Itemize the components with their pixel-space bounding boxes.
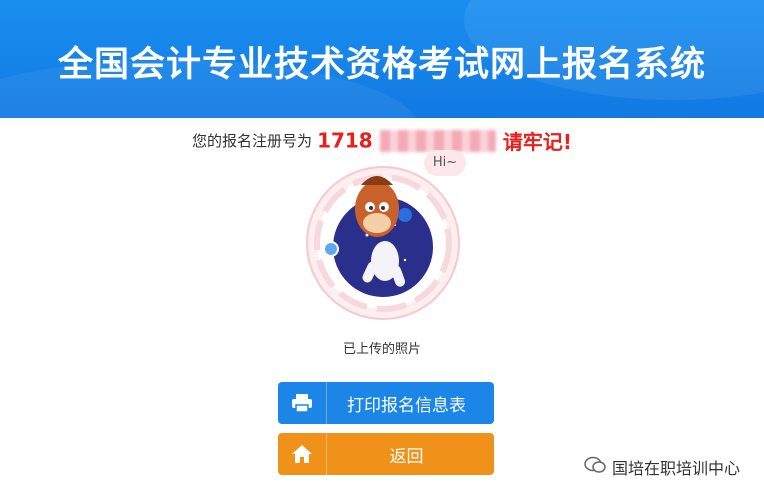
mascot-image xyxy=(306,166,460,320)
registration-number: 1718 xyxy=(317,128,373,153)
header-banner: 全国会计专业技术资格考试网上报名系统 xyxy=(0,0,764,118)
watermark: 国培在职培训中心 xyxy=(584,455,740,479)
registration-reminder: 请牢记! xyxy=(502,130,573,154)
registration-number-redacted xyxy=(379,129,496,152)
registration-notice: 您的报名注册号为 1718 请牢记! xyxy=(0,126,764,155)
back-button-label: 返回 xyxy=(389,446,424,467)
print-button-label: 打印报名信息表 xyxy=(347,395,466,416)
registration-prefix: 您的报名注册号为 xyxy=(191,132,312,150)
watermark-text: 国培在职培训中心 xyxy=(611,459,740,478)
uploaded-photo xyxy=(305,165,461,321)
back-button[interactable]: 返回 xyxy=(278,433,494,475)
home-icon xyxy=(278,433,327,475)
print-registration-button[interactable]: 打印报名信息表 xyxy=(278,382,494,424)
wechat-icon xyxy=(584,456,606,478)
printer-icon xyxy=(278,382,327,424)
photo-caption: 已上传的照片 xyxy=(342,342,421,357)
page-title: 全国会计专业技术资格考试网上报名系统 xyxy=(57,45,706,85)
